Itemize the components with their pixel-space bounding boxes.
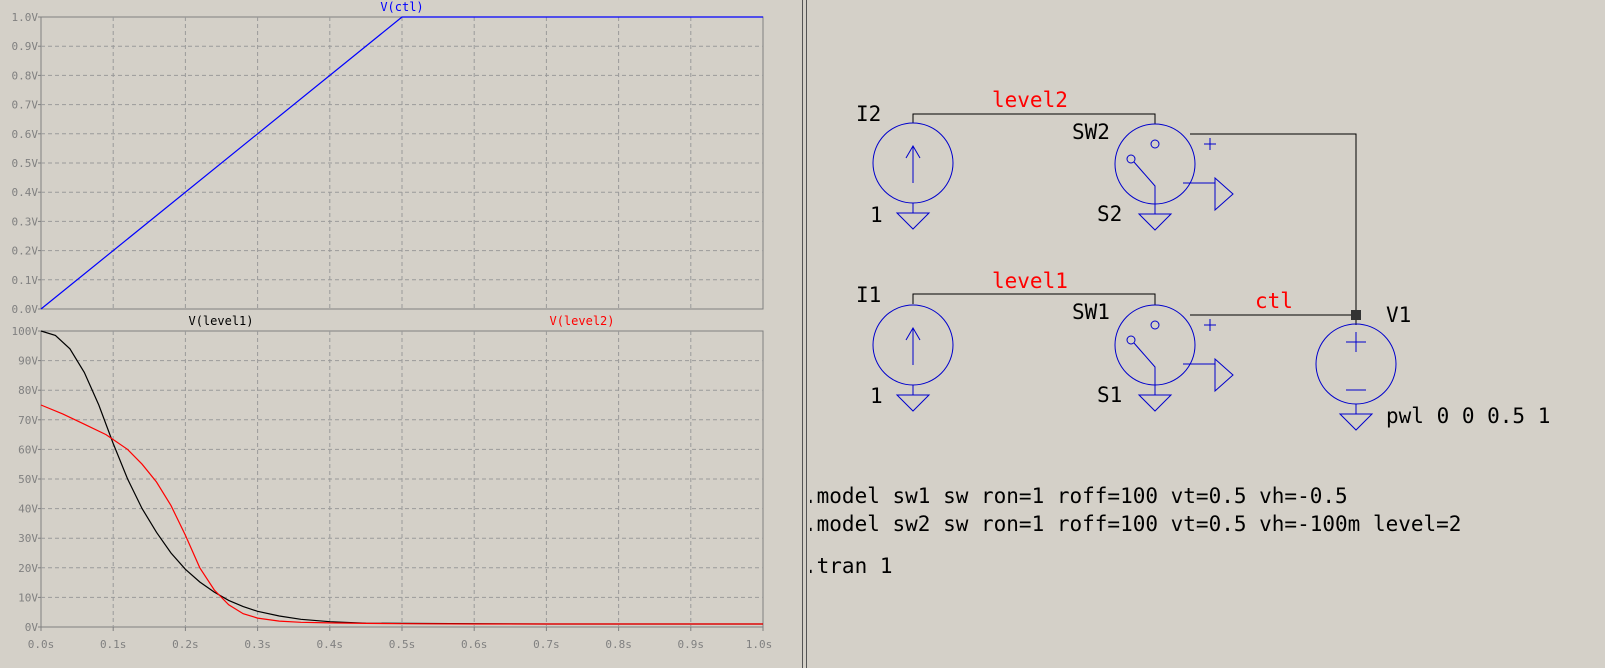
y-tick-label: 0.1V <box>12 274 39 287</box>
component-name-i2[interactable]: I2 <box>856 102 881 126</box>
component-value-i1[interactable]: 1 <box>870 384 883 408</box>
voltage-switch-sw1[interactable] <box>1114 304 1234 412</box>
y-tick-label: 30V <box>18 532 38 545</box>
component-model-sw1[interactable]: S1 <box>1097 383 1122 407</box>
y-tick-label: 0.0V <box>12 303 39 316</box>
component-name-v1[interactable]: V1 <box>1386 303 1411 327</box>
wire-level2[interactable] <box>912 113 1156 124</box>
x-tick-label: 0.0s <box>28 638 55 651</box>
current-source-i1[interactable] <box>872 304 954 412</box>
junction-dot <box>1351 310 1361 320</box>
y-tick-label: 0.4V <box>12 186 39 199</box>
y-tick-label: 20V <box>18 562 38 575</box>
y-tick-label: 0.7V <box>12 99 39 112</box>
x-tick-label: 0.3s <box>244 638 271 651</box>
y-tick-label: 90V <box>18 355 38 368</box>
x-tick-label: 0.7s <box>533 638 560 651</box>
component-model-sw2[interactable]: S2 <box>1097 202 1122 226</box>
ground-symbol <box>895 394 931 412</box>
component-name-sw2[interactable]: SW2 <box>1072 120 1110 144</box>
y-tick-label: 40V <box>18 503 38 516</box>
waveform-pane-ctl[interactable]: 0.0V 0.1V 0.2V 0.3V 0.4V 0.5V 0.6V 0.7V 0.8V 0.9V… <box>12 0 764 316</box>
x-tick-label: 0.5s <box>389 638 416 651</box>
y-tick-label: 10V <box>18 591 38 604</box>
voltage-source-v1[interactable] <box>1315 323 1397 431</box>
y-tick-label: 0.6V <box>12 128 39 141</box>
x-tick-label: 0.8s <box>605 638 632 651</box>
spice-directive-model-sw1[interactable]: .model sw1 sw ron=1 roff=100 vt=0.5 vh=-… <box>810 484 1348 508</box>
x-tick-label: 0.6s <box>461 638 488 651</box>
x-tick-label: 1.0s <box>746 638 773 651</box>
component-value-v1[interactable]: pwl 0 0 0.5 1 <box>1386 404 1550 428</box>
pane-splitter[interactable] <box>800 0 809 668</box>
component-name-i1[interactable]: I1 <box>856 283 881 307</box>
net-label-level2[interactable]: level2 <box>992 88 1068 112</box>
trace-label-level2[interactable]: V(level2) <box>549 314 614 328</box>
ground-symbol <box>895 212 931 230</box>
component-value-i2[interactable]: 1 <box>870 203 883 227</box>
y-tick-label: 100V <box>12 325 39 338</box>
y-tick-label: 0.8V <box>12 69 39 82</box>
y-tick-label: 0.5V <box>12 157 39 170</box>
spice-directive-model-sw2[interactable]: .model sw2 sw ron=1 roff=100 vt=0.5 vh=-… <box>810 512 1461 536</box>
net-label-ctl[interactable]: ctl <box>1255 289 1293 313</box>
voltage-switch-sw2[interactable] <box>1114 123 1234 231</box>
x-tick-label: 0.2s <box>172 638 199 651</box>
spice-directive-tran[interactable]: .tran 1 <box>810 554 893 578</box>
x-tick-label: 0.9s <box>678 638 705 651</box>
wire-level1[interactable] <box>912 293 1156 305</box>
y-tick-label: 80V <box>18 384 38 397</box>
current-source-i2[interactable] <box>872 122 954 230</box>
y-tick-label: 1.0V <box>12 11 39 24</box>
y-tick-label: 60V <box>18 443 38 456</box>
trace-label-ctl[interactable]: V(ctl) <box>380 0 423 14</box>
ground-symbol <box>1338 413 1374 431</box>
component-name-sw1[interactable]: SW1 <box>1072 300 1110 324</box>
trace-label-level1[interactable]: V(level1) <box>188 314 253 328</box>
y-tick-label: 70V <box>18 414 38 427</box>
y-tick-label: 50V <box>18 473 38 486</box>
y-tick-label: 0.3V <box>12 215 39 228</box>
y-tick-label: 0.9V <box>12 40 39 53</box>
net-label-level1[interactable]: level1 <box>992 269 1068 293</box>
y-tick-label: 0V <box>25 621 39 634</box>
y-tick-label: 0.2V <box>12 245 39 258</box>
waveform-pane-levels[interactable]: 0V 10V 20V 30V 40V 50V 60V 70V 80V 90V 100V V(leve… <box>12 314 764 634</box>
x-tick-label: 0.4s <box>317 638 344 651</box>
schematic-editor[interactable]: I2 1 SW2 S2 I1 1 SW1 S1 V1 pwl 0 0 0.5 1… <box>810 0 1605 668</box>
waveform-viewer[interactable]: 0.0V 0.1V 0.2V 0.3V 0.4V 0.5V 0.6V 0.7V 0.8V 0.9V… <box>0 0 800 668</box>
x-tick-label: 0.1s <box>100 638 127 651</box>
